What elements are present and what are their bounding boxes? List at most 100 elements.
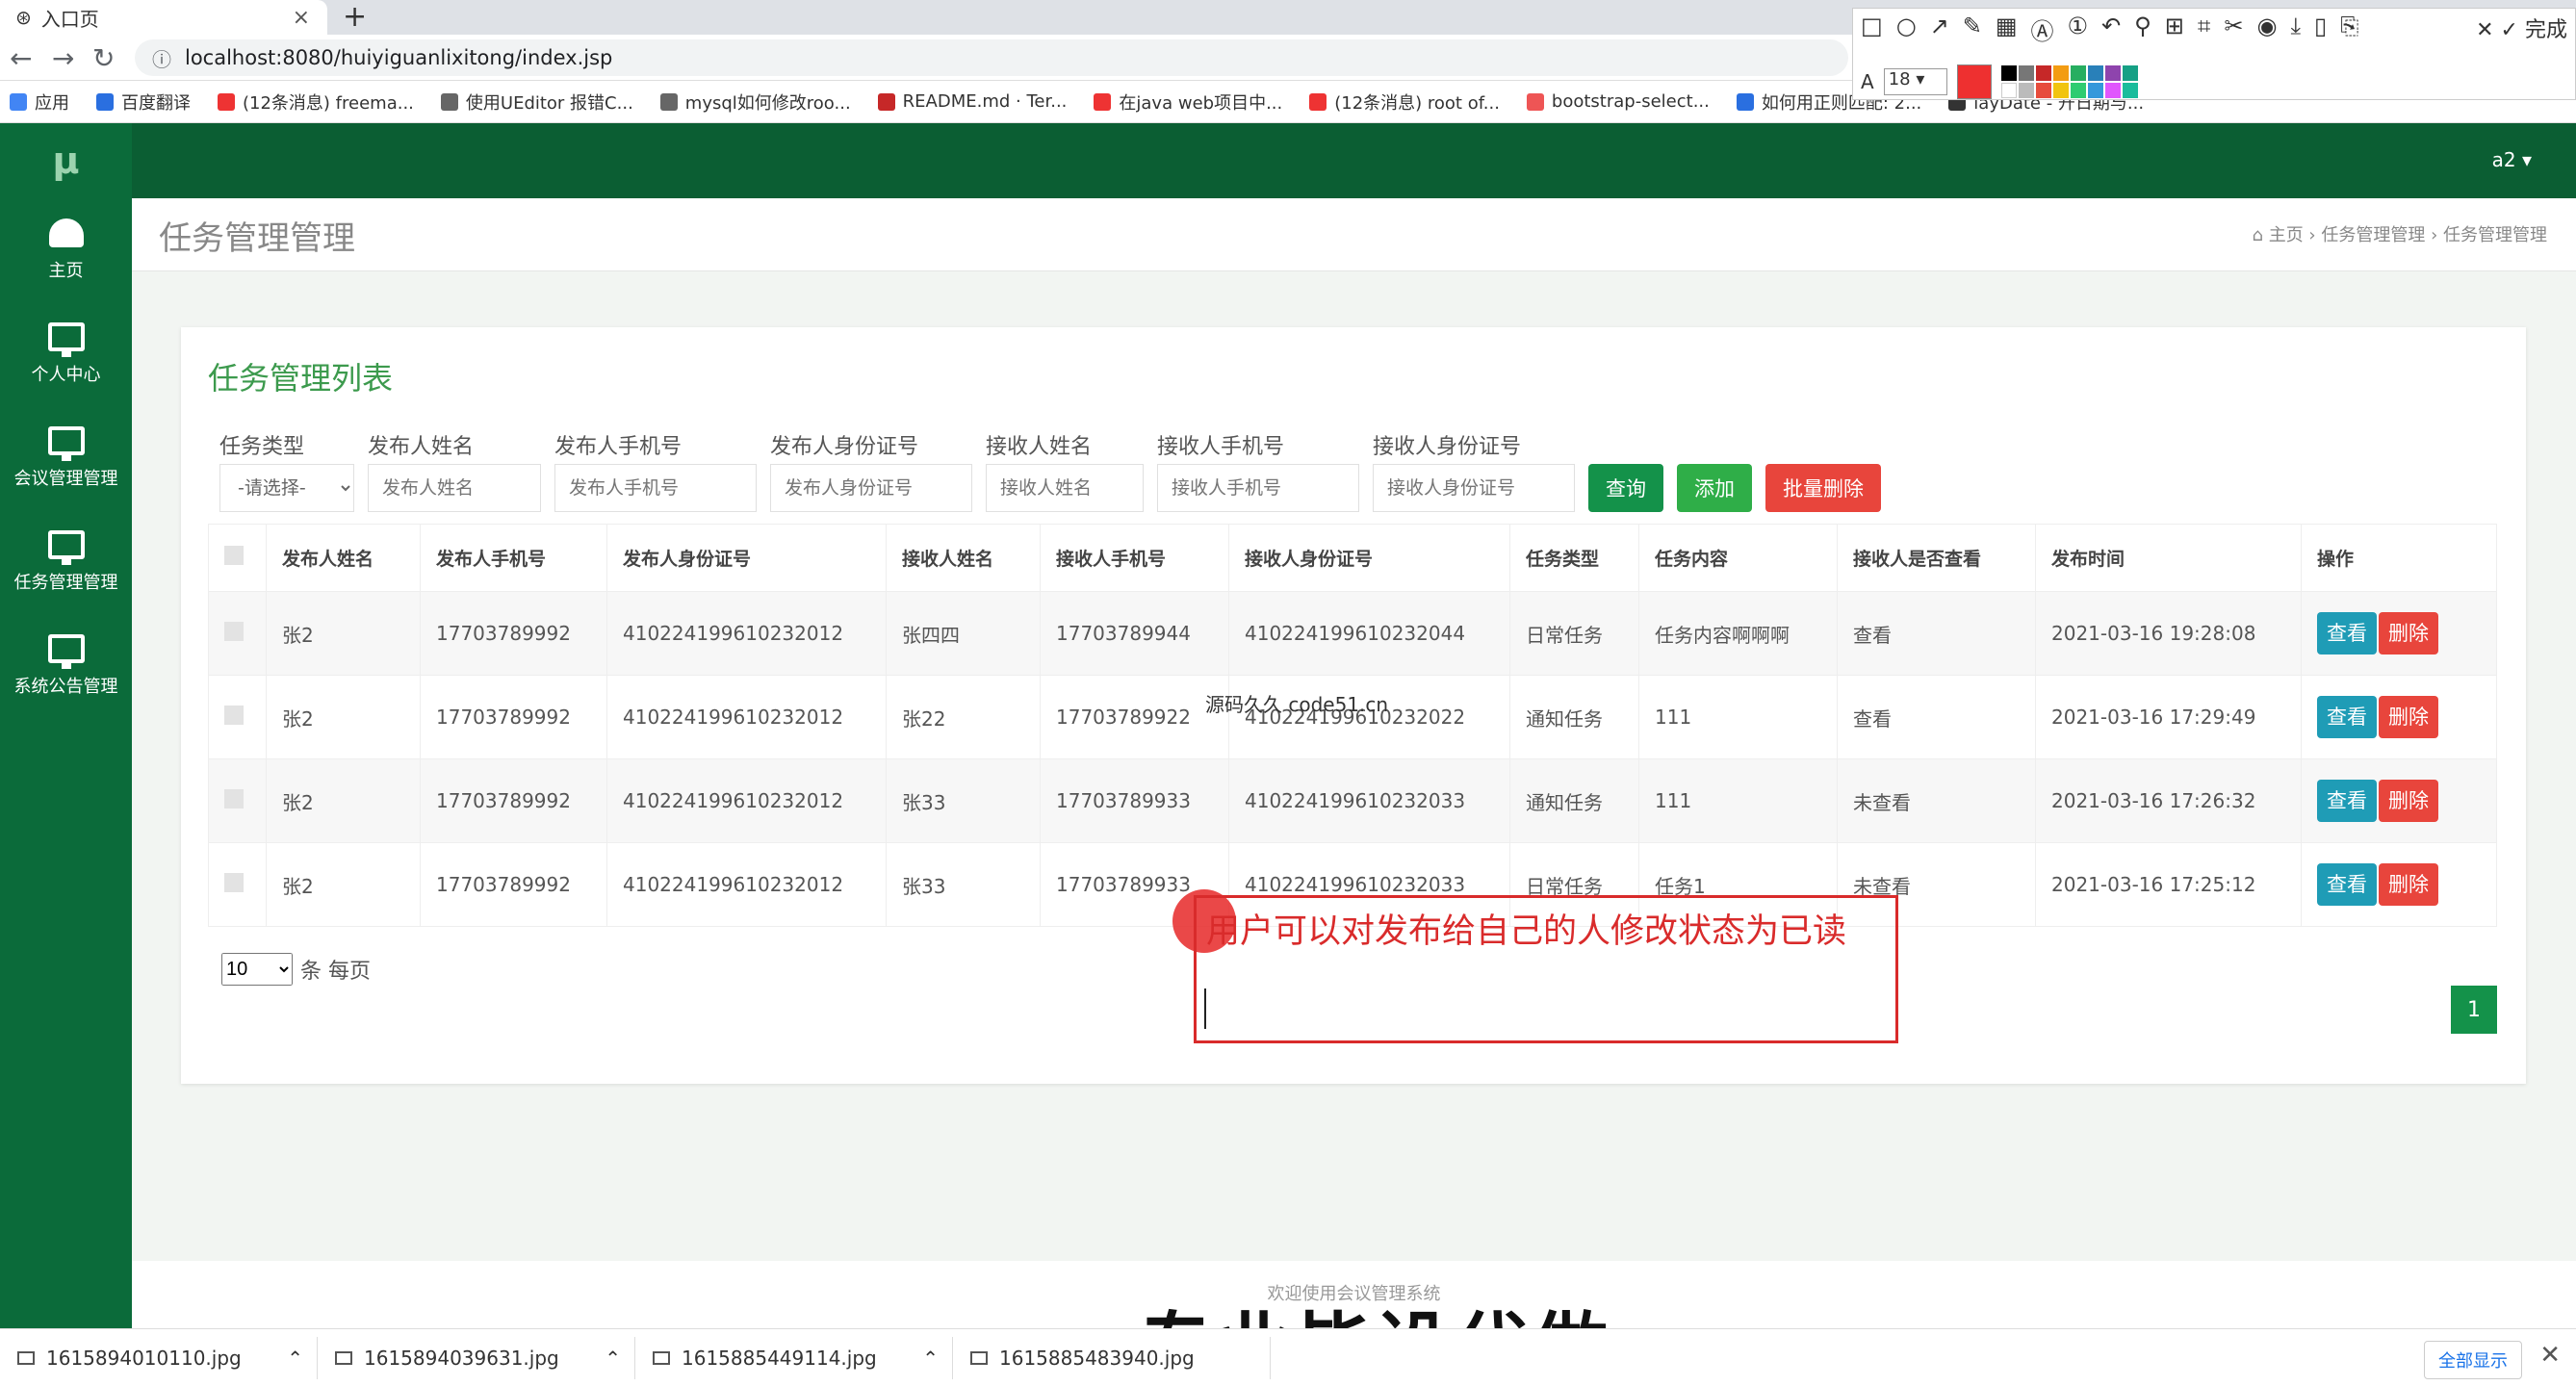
cancel-icon[interactable]: ✕ [2476,18,2493,42]
table-cell: 17703789992 [420,591,607,676]
download-icon[interactable]: ⤓ [2290,13,2301,46]
bookmark-item[interactable]: (12条消息) root of... [1309,90,1500,115]
bookmark-item[interactable]: 使用UEditor 报错C... [440,90,633,115]
pen-tool-icon[interactable]: ✎ [1963,13,1982,46]
publisher-name-input[interactable] [368,464,541,512]
sidebar-item-profile[interactable]: 个人中心 [0,302,132,406]
bookmark-item[interactable]: bootstrap-select... [1526,91,1710,112]
image-file-icon [653,1350,670,1365]
sidebar-item-meetings[interactable]: 会议管理管理 [0,406,132,510]
font-size-select[interactable]: 18 ▾ [1883,68,1947,95]
translate-icon[interactable]: ✂ [2224,13,2243,46]
download-item[interactable]: 1615885483940.jpg [953,1336,1271,1379]
row-checkbox[interactable] [224,788,244,808]
actions-cell: 查看 删除 [2301,842,2497,927]
mosaic-tool-icon[interactable]: ▦ [1996,13,2018,46]
receiver-id-input[interactable] [1373,464,1575,512]
filter-label: 接收人手机号 [1157,435,1285,459]
phone-icon[interactable]: ▯ [2314,13,2327,46]
url-input[interactable]: ⓘ localhost:8080/huiyiguanlixitong/index… [135,39,1848,76]
browser-tab[interactable]: ⊛ 入口页 × [0,0,327,35]
bookmark-item[interactable]: README.md · Ter... [877,91,1067,112]
pagination-page-1[interactable]: 1 [2451,986,2497,1034]
query-button[interactable]: 查询 [1588,464,1663,512]
filter-label: 发布人手机号 [554,435,683,459]
view-button[interactable]: 查看 [2317,612,2377,654]
forward-icon[interactable]: → [52,42,74,74]
save-icon[interactable]: ⎘ [2340,13,2358,46]
image-file-icon [335,1350,352,1365]
show-all-downloads-button[interactable]: 全部显示 [2424,1341,2522,1379]
rectangle-tool-icon[interactable]: □ [1861,13,1883,46]
crop-icon[interactable]: ⌗ [2198,13,2211,46]
row-checkbox[interactable] [224,621,244,641]
download-item[interactable]: 1615894039631.jpg ⌃ [318,1336,635,1379]
sidebar-item-announcements[interactable]: 系统公告管理 [0,614,132,718]
view-button[interactable]: 查看 [2317,863,2377,906]
arrow-tool-icon[interactable]: ↗ [1930,13,1949,46]
ellipse-tool-icon[interactable]: ○ [1896,13,1917,46]
reload-icon[interactable]: ↻ [92,42,115,74]
color-palette[interactable] [2000,65,2138,98]
back-icon[interactable]: ← [10,42,32,74]
row-checkbox[interactable] [224,705,244,725]
text-tool-icon[interactable]: Ⓐ [2031,13,2054,46]
column-header: 任务类型 [1509,524,1639,592]
batch-delete-button[interactable]: 批量删除 [1765,464,1881,512]
page-size-select[interactable]: 10 [221,953,293,986]
receiver-name-input[interactable] [986,464,1144,512]
select-all-checkbox[interactable] [224,546,244,565]
task-type-select[interactable]: -请选择- [219,464,354,512]
download-item[interactable]: 1615894010110.jpg ⌃ [0,1336,318,1379]
delete-button[interactable]: 删除 [2379,612,2438,654]
pin-icon[interactable]: ⚲ [2134,13,2151,46]
current-color-swatch[interactable] [1956,64,1992,99]
table-cell: 未查看 [1837,758,2036,843]
annotation-textbox[interactable]: 用户可以对发布给自己的人修改状态为已读 [1194,895,1898,1043]
bookmark-favicon-icon [1736,92,1754,111]
sidebar-item-tasks[interactable]: 任务管理管理 [0,510,132,614]
close-download-shelf-icon[interactable]: ✕ [2539,1341,2561,1370]
row-select-cell [208,675,267,759]
table-cell: 410224199610232012 [606,675,887,759]
tab-close-icon[interactable]: × [293,6,310,30]
actions-cell: 查看 删除 [2301,758,2497,843]
delete-button[interactable]: 删除 [2379,696,2438,738]
ocr-icon[interactable]: ⊞ [2165,13,2184,46]
publisher-id-input[interactable] [770,464,972,512]
publisher-phone-input[interactable] [554,464,757,512]
record-icon[interactable]: ◉ [2256,13,2277,46]
number-tool-icon[interactable]: ① [2068,13,2089,46]
column-header: 接收人是否查看 [1837,524,2036,592]
receiver-phone-input[interactable] [1157,464,1359,512]
chevron-up-icon[interactable]: ⌃ [922,1347,939,1370]
bookmark-item[interactable]: 在java web项目中... [1094,90,1282,115]
top-navbar: a2 ▾ [132,123,2576,198]
add-button[interactable]: 添加 [1677,464,1752,512]
undo-icon[interactable]: ↶ [2101,13,2121,46]
filter-label: 接收人身份证号 [1373,435,1522,459]
delete-button[interactable]: 删除 [2379,863,2438,906]
monitor-icon [47,322,85,357]
sidebar-item-home[interactable]: 主页 [0,198,132,302]
view-button[interactable]: 查看 [2317,780,2377,822]
filter-label: 发布人身份证号 [770,435,919,459]
table-row: 张2 17703789992 410224199610232012 张22 17… [208,675,2497,759]
chevron-up-icon[interactable]: ⌃ [605,1347,621,1370]
table-cell: 张2 [266,675,421,759]
bookmark-item[interactable]: mysql如何修改roo... [659,90,851,115]
filter-rec-phone: 接收人手机号 [1157,429,1359,512]
delete-button[interactable]: 删除 [2379,780,2438,822]
new-tab-button[interactable]: + [343,0,367,34]
filter-rec-id: 接收人身份证号 [1373,429,1575,512]
chevron-up-icon[interactable]: ⌃ [287,1347,303,1370]
bookmark-item[interactable]: (12条消息) freema... [218,90,414,115]
user-menu[interactable]: a2 ▾ [2492,148,2532,171]
download-item[interactable]: 1615885449114.jpg ⌃ [635,1336,953,1379]
done-button[interactable]: ✓ 完成 [2501,18,2567,42]
bookmark-item[interactable]: 应用 [10,90,69,115]
view-button[interactable]: 查看 [2317,696,2377,738]
filter-label: 任务类型 [219,435,305,459]
bookmark-item[interactable]: 百度翻译 [96,90,191,115]
row-checkbox[interactable] [224,872,244,892]
